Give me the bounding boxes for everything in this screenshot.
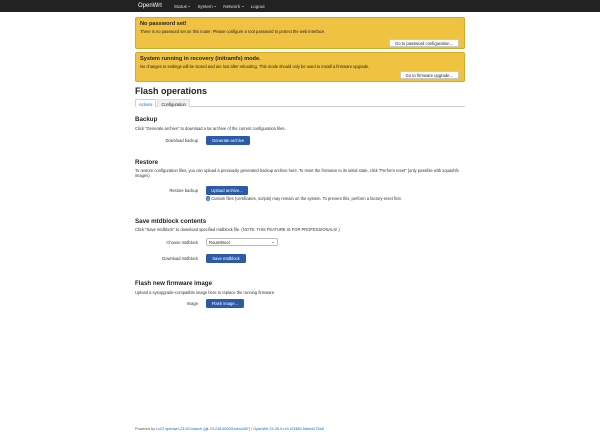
no-password-alert: No password set! There is no password se… xyxy=(135,17,465,49)
download-backup-label: Download backup xyxy=(165,138,198,143)
alert-text: There is no password set on this router.… xyxy=(140,29,326,34)
top-navbar: OpenWrt Status System Network Logout xyxy=(0,0,600,12)
nav-system[interactable]: System xyxy=(197,4,217,9)
backup-section-title: Backup xyxy=(135,116,158,123)
mtdblock-description: Click "Save mtdblock" to download specif… xyxy=(135,227,340,232)
chevron-down-icon xyxy=(241,5,244,7)
save-mtdblock-button[interactable]: Save mtdblock xyxy=(206,254,246,263)
mtdblock-section-title: Save mtdblock contents xyxy=(135,218,207,225)
alert-text: No changes to settings will be stored an… xyxy=(140,64,370,69)
generate-archive-button[interactable]: Generate archive xyxy=(206,136,250,145)
chevron-down-icon xyxy=(272,242,274,243)
mtdblock-selected-value: RouterBoot xyxy=(209,239,230,245)
info-icon: i xyxy=(206,196,211,201)
alert-title: No password set! xyxy=(140,21,187,27)
upload-archive-button[interactable]: Upload archive... xyxy=(206,186,248,195)
nav-network[interactable]: Network xyxy=(223,4,244,9)
restore-hint-text: Custom files (certificates, scripts) may… xyxy=(211,196,402,201)
nav-status[interactable]: Status xyxy=(174,4,191,9)
firmware-upgrade-button[interactable]: Go to firmware upgrade... xyxy=(399,71,459,79)
chevron-down-icon xyxy=(214,5,217,7)
openwrt-version-link[interactable]: OpenWrt 23.05.0-rc3 r23389-5deed175a5 xyxy=(253,427,324,431)
alert-title: System running in recovery (initramfs) m… xyxy=(140,56,261,62)
luci-version-link[interactable]: LuCI openwrt-23.05 branch (git-23.218.60… xyxy=(156,427,250,431)
image-label: Image xyxy=(186,301,198,306)
tab-bar: Actions Configuration xyxy=(135,99,465,107)
tab-actions[interactable]: Actions xyxy=(135,99,157,107)
flash-description: Upload a sysupgrade-compatible image her… xyxy=(135,290,276,295)
footer-powered-by: Powered by xyxy=(135,427,156,431)
download-mtdblock-label: Download mtdblock xyxy=(162,256,198,261)
restore-description: To restore configuration files, you can … xyxy=(135,168,459,179)
restore-backup-label: Restore backup xyxy=(169,188,198,193)
chevron-down-icon xyxy=(188,5,191,7)
flash-section-title: Flash new firmware image xyxy=(135,280,213,287)
nav-logout[interactable]: Logout xyxy=(251,4,265,9)
brand-logo[interactable]: OpenWrt xyxy=(138,3,162,9)
password-config-button[interactable]: Go to password configuration... xyxy=(389,39,459,47)
flash-image-button[interactable]: Flash image... xyxy=(206,299,244,308)
recovery-mode-alert: System running in recovery (initramfs) m… xyxy=(135,52,465,82)
footer: Powered by LuCI openwrt-23.05 branch (gi… xyxy=(135,427,324,431)
restore-hint: i Custom files (certificates, scripts) m… xyxy=(206,196,402,201)
mtdblock-select[interactable]: RouterBoot xyxy=(206,238,278,246)
page-title: Flash operations xyxy=(135,86,208,96)
backup-description: Click "Generate archive" to download a t… xyxy=(135,126,286,131)
restore-section-title: Restore xyxy=(135,159,159,166)
choose-mtdblock-label: Choose mtdblock xyxy=(166,240,198,245)
tab-configuration[interactable]: Configuration xyxy=(157,99,190,107)
